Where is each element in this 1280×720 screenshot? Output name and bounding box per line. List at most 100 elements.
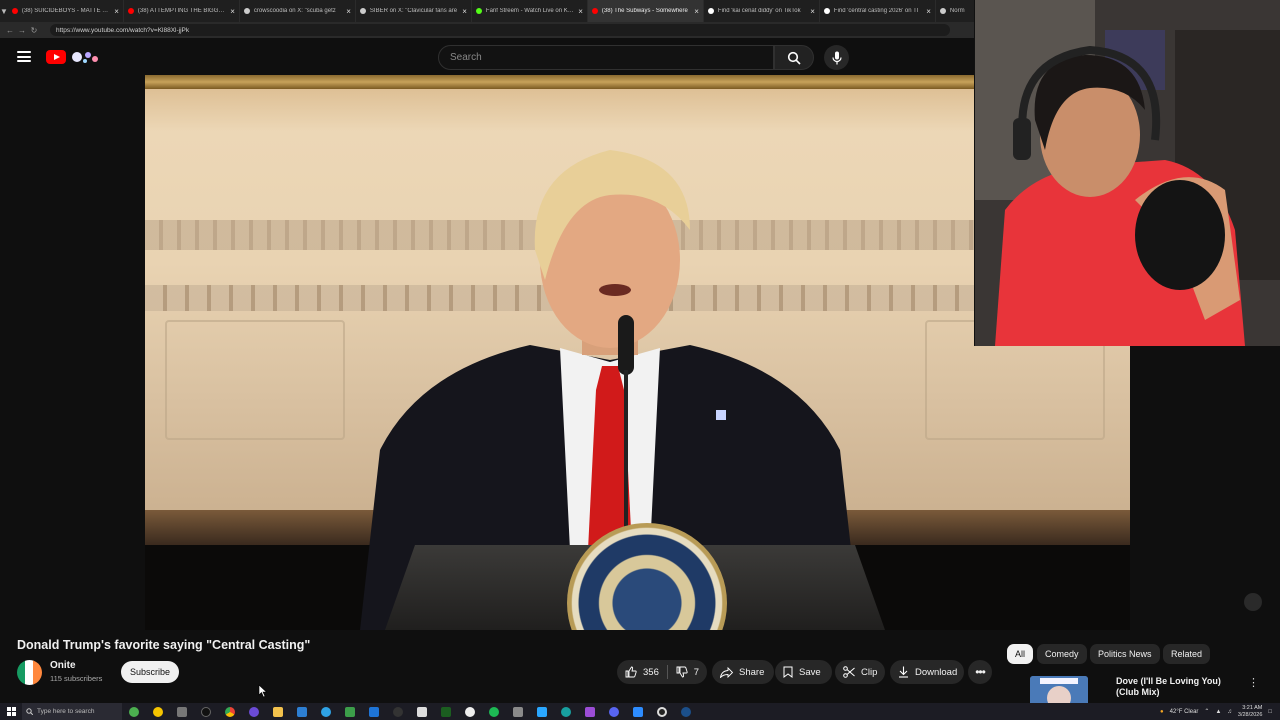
taskbar-search-input[interactable]: Type here to search [22,703,122,720]
weather-icon[interactable]: ● [1160,709,1164,715]
taskbar-app-photoshop-icon[interactable] [578,703,602,720]
recommendation-thumbnail-image [1030,676,1088,706]
taskbar-app-green-icon[interactable] [338,703,362,720]
search-placeholder: Search [450,52,482,63]
webcam-overlay [974,0,1280,346]
tab-favicon-icon [243,8,250,14]
forward-icon[interactable]: → [16,26,28,35]
start-button[interactable] [0,703,22,720]
chip-politics-news[interactable]: Politics News [1090,644,1160,664]
recommendation-title[interactable]: Dove (I'll Be Loving You) (Club Mix) [1116,676,1241,698]
browser-tab[interactable]: Find 'kai cenat diddy' on TikTok × [704,0,820,22]
reload-icon[interactable]: ↻ [28,26,40,35]
browser-tab[interactable]: crowscoodia on X: "scuba getz × [240,0,356,22]
share-label: Share [739,666,765,678]
tab-label: SIBER on X: "Clavicular fans are [369,8,458,14]
search-icon [787,51,801,65]
taskbar-app-steam2-icon[interactable] [674,703,698,720]
chip-related[interactable]: Related [1163,644,1211,664]
clip-button[interactable]: Clip [835,660,885,684]
taskbar-app-gtav-icon[interactable] [434,703,458,720]
bookmark-icon [783,666,793,678]
taskbar-task-view-icon[interactable] [170,703,194,720]
channel-avatar[interactable] [17,660,42,685]
taskbar-app-chrome2-icon[interactable] [218,703,242,720]
youtube-logo-icon[interactable] [46,50,66,64]
save-label: Save [799,666,821,678]
taskbar-app-github-icon[interactable] [458,703,482,720]
search-button[interactable] [774,45,814,70]
windows-logo-icon [6,707,16,716]
network-icon[interactable]: ▲ [1215,709,1221,715]
more-vertical-icon[interactable]: ⋮ [1248,676,1259,689]
save-button[interactable]: Save [775,660,832,684]
subscribe-button[interactable]: Subscribe [121,661,179,683]
browser-tab[interactable]: (38) The Subways - Somewhere × [587,0,704,22]
taskbar-file-explorer-icon[interactable] [266,703,290,720]
taskbar-app-blue-icon[interactable] [290,703,314,720]
share-button[interactable]: Share [712,660,774,684]
browser-tab[interactable]: Find 'central casting 2026' on TI × [820,0,936,22]
taskbar-app-spotify-icon[interactable] [482,703,506,720]
weather-text[interactable]: 42°F Clear [1170,709,1199,715]
chip-all[interactable]: All [1007,644,1034,664]
scroll-indicator[interactable] [1244,593,1262,611]
notifications-icon[interactable]: □ [1268,709,1272,715]
taskbar-app-edge-icon[interactable] [314,703,338,720]
taskbar-app-figma-icon[interactable] [530,703,554,720]
address-bar: ← → ↻ https://www.youtube.com/watch?v=Kl… [0,22,975,38]
video-frame-panel-left [165,320,345,440]
taskbar-app-note-icon[interactable] [410,703,434,720]
taskbar-app-calendar-icon[interactable] [362,703,386,720]
voice-search-button[interactable] [824,45,849,70]
taskbar-app-ring-icon[interactable] [650,703,674,720]
volume-icon[interactable]: ♫ [1227,709,1232,715]
tab-favicon-icon [823,8,830,14]
menu-icon[interactable] [17,51,31,62]
tab-label: Find 'central casting 2026' on TI [833,8,919,14]
tab-favicon-icon [475,8,482,14]
like-button[interactable]: 356 [617,660,667,684]
taskbar-app-calc-icon[interactable] [506,703,530,720]
dislike-button[interactable]: 7 [668,660,707,684]
taskbar-app-discord-icon[interactable] [602,703,626,720]
taskbar-app-chrome-icon[interactable] [122,703,146,720]
tab-close-icon[interactable]: × [230,7,235,16]
search-input[interactable]: Search [438,45,774,70]
browser-tab[interactable]: Norm [936,0,975,22]
tab-close-icon[interactable]: × [926,7,931,16]
taskbar-app-steam-icon[interactable] [386,703,410,720]
windows-taskbar: Type here to search ● 42°F Clear ⌃ ▲ ♫ 3… [0,703,1280,720]
system-clock[interactable]: 3:21 AM 3/28/2026 [1238,705,1262,719]
like-count: 356 [643,666,659,678]
recommendation-thumbnail[interactable] [1030,676,1088,706]
tab-close-icon[interactable]: × [114,7,119,16]
tab-close-icon[interactable]: × [810,7,815,16]
back-icon[interactable]: ← [4,26,16,35]
download-button[interactable]: Download [890,660,964,684]
tab-close-icon[interactable]: × [694,7,699,16]
chip-comedy[interactable]: Comedy [1037,644,1087,664]
taskbar-app-zoom-icon[interactable] [626,703,650,720]
browser-tab[interactable]: (38) SUICIDEBOYS - MATTE BLA × [8,0,124,22]
doodle-logo-icon[interactable] [68,48,102,66]
taskbar-app-globe-icon[interactable] [554,703,578,720]
tab-close-icon[interactable]: × [462,7,467,16]
browser-tab[interactable]: (38) ATTEMPTING THE BIGGEST × [124,0,240,22]
tab-label: (38) ATTEMPTING THE BIGGEST [137,8,227,14]
taskbar-app-obs-icon[interactable] [242,703,266,720]
taskbar-app-black-icon[interactable] [194,703,218,720]
clock-time: 3:21 AM [1242,704,1263,711]
more-actions-button[interactable]: ••• [968,660,992,684]
browser-tab[interactable]: Fanf Streem - Watch Live on Kick × [472,0,588,22]
video-title: Donald Trump's favorite saying "Central … [17,638,311,652]
browser-tab[interactable]: SIBER on X: "Clavicular fans are × [356,0,472,22]
channel-name[interactable]: Onite [50,660,76,671]
url-field[interactable]: https://www.youtube.com/watch?v=Kl88Xl-j… [50,24,950,36]
tab-label: Norm [949,8,965,14]
tab-close-icon[interactable]: × [578,7,583,16]
tray-chevron-icon[interactable]: ⌃ [1204,708,1209,715]
tab-close-icon[interactable]: × [346,7,351,16]
taskbar-app-yellow-icon[interactable] [146,703,170,720]
tab-search-icon[interactable]: ▼ [0,0,8,22]
